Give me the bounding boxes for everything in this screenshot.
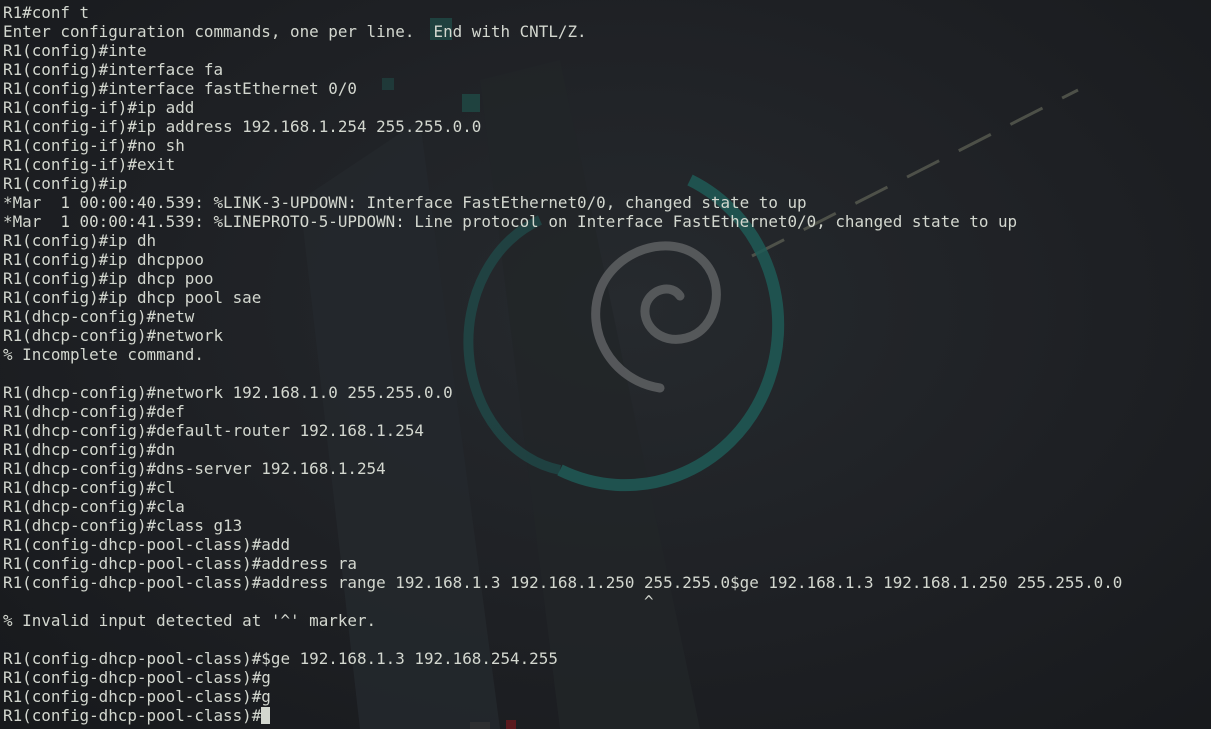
terminal-line: % Invalid input detected at '^' marker. (3, 611, 377, 630)
terminal-output: R1#conf t Enter configuration commands, o… (3, 3, 1211, 725)
terminal-line: R1(dhcp-config)#class g13 (3, 516, 243, 535)
terminal-line: R1(config)#interface fa (3, 60, 224, 79)
terminal-line: *Mar 1 00:00:41.539: %LINEPROTO-5-UPDOWN… (3, 212, 1018, 231)
terminal-line: R1(config)#ip dhcppoo (3, 250, 204, 269)
terminal-line: R1(dhcp-config)#netw (3, 307, 195, 326)
terminal-line: R1(config-dhcp-pool-class)#address range… (3, 573, 1123, 592)
terminal-line: ^ (3, 592, 654, 611)
terminal-line: R1(dhcp-config)#network (3, 326, 224, 345)
terminal-line: R1(dhcp-config)#dns-server 192.168.1.254 (3, 459, 386, 478)
terminal-prompt-line[interactable]: R1(config-dhcp-pool-class)# (3, 706, 1211, 725)
terminal-prompt: R1(config-dhcp-pool-class)# (3, 706, 262, 725)
terminal-line: R1(dhcp-config)#def (3, 402, 185, 421)
terminal-line: R1#conf t (3, 3, 90, 22)
terminal-line: R1(dhcp-config)#default-router 192.168.1… (3, 421, 424, 440)
terminal-line: Enter configuration commands, one per li… (3, 22, 587, 41)
terminal-line: R1(config-if)#exit (3, 155, 176, 174)
terminal-line: R1(config)#ip (3, 174, 128, 193)
terminal-line: % Incomplete command. (3, 345, 204, 364)
terminal-line: R1(dhcp-config)#cla (3, 497, 185, 516)
terminal-line: *Mar 1 00:00:40.539: %LINK-3-UPDOWN: Int… (3, 193, 807, 212)
terminal-line: R1(config-dhcp-pool-class)#g (3, 668, 271, 687)
terminal-line: R1(dhcp-config)#cl (3, 478, 176, 497)
terminal-line: R1(config)#interface fastEthernet 0/0 (3, 79, 357, 98)
terminal-line: R1(config)#ip dhcp pool sae (3, 288, 262, 307)
terminal-line: R1(config-if)#no sh (3, 136, 185, 155)
terminal-line: R1(config)#ip dh (3, 231, 157, 250)
terminal-line: R1(config-dhcp-pool-class)#g (3, 687, 271, 706)
terminal-line: R1(config-if)#ip address 192.168.1.254 2… (3, 117, 482, 136)
terminal-window[interactable]: R1#conf t Enter configuration commands, o… (0, 0, 1211, 729)
terminal-line: R1(config-if)#ip add (3, 98, 195, 117)
terminal-line: R1(config-dhcp-pool-class)#$ge 192.168.1… (3, 649, 558, 668)
terminal-line: R1(config)#inte (3, 41, 147, 60)
terminal-line: R1(config-dhcp-pool-class)#address ra (3, 554, 357, 573)
terminal-line: R1(dhcp-config)#dn (3, 440, 176, 459)
terminal-line: R1(config)#ip dhcp poo (3, 269, 214, 288)
text-cursor (261, 707, 271, 724)
terminal-line: R1(dhcp-config)#network 192.168.1.0 255.… (3, 383, 453, 402)
terminal-line: R1(config-dhcp-pool-class)#add (3, 535, 291, 554)
